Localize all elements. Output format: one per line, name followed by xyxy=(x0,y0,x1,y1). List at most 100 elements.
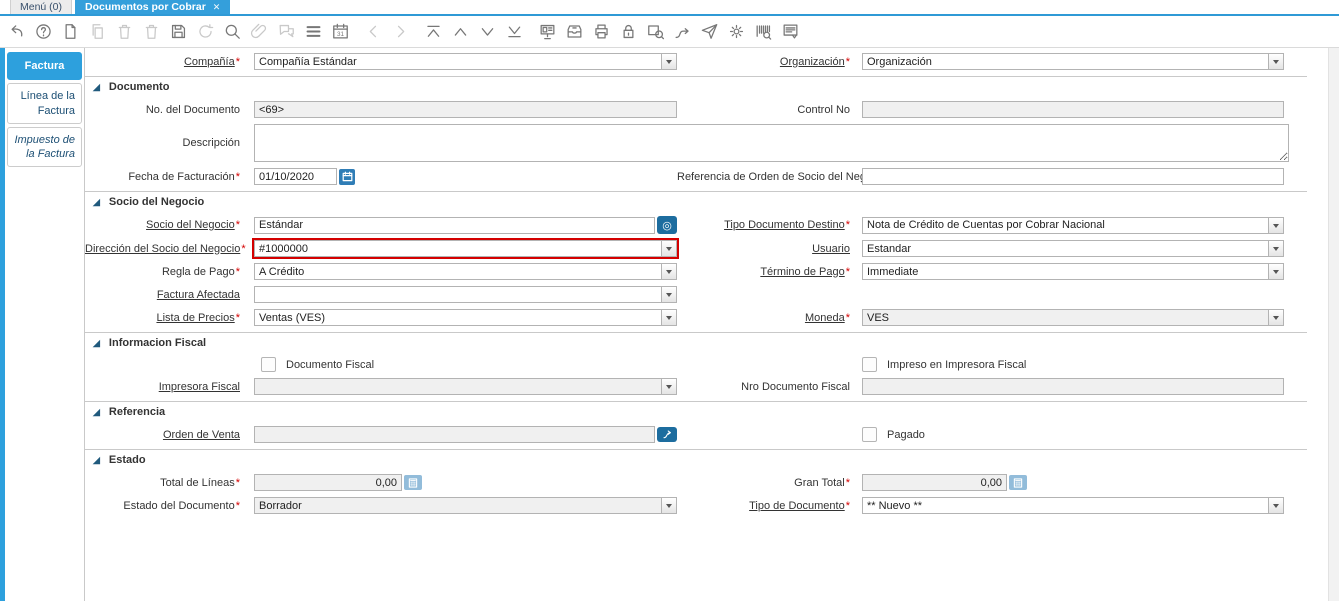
sidebar-tab[interactable]: Factura xyxy=(7,52,82,81)
section-title: Socio del Negocio xyxy=(108,196,205,208)
record-info-icon: ◎ xyxy=(662,219,672,232)
collapse-icon[interactable]: ◢ xyxy=(93,407,100,417)
vertical-scrollbar[interactable] xyxy=(1328,48,1339,601)
bp-address-select[interactable]: #1000000 xyxy=(254,240,677,257)
impreso-impresora-fiscal-checkbox[interactable] xyxy=(862,357,877,372)
doc-type-label[interactable]: Tipo de Documento* xyxy=(677,500,862,512)
find-icon[interactable] xyxy=(222,22,242,42)
toggle-menu-icon[interactable] xyxy=(303,22,323,42)
bpartner-search-button[interactable]: ◎ xyxy=(657,216,677,234)
invoice-date-field[interactable]: 01/10/2020 xyxy=(254,168,337,185)
description-textarea[interactable] xyxy=(254,124,1289,162)
row-paymentrule-term: Regla de Pago* A Crédito Término de Pago… xyxy=(85,263,1328,280)
collapse-icon[interactable]: ◢ xyxy=(93,338,100,348)
sidebar-tab[interactable]: Línea de la Factura xyxy=(7,83,82,124)
currency-select[interactable]: VES xyxy=(862,309,1284,326)
sidebar-tab[interactable]: Impuesto de la Factura xyxy=(7,126,82,168)
save-icon[interactable] xyxy=(168,22,188,42)
collapse-icon[interactable]: ◢ xyxy=(93,82,100,92)
price-list-label[interactable]: Lista de Precios* xyxy=(85,312,254,324)
workflow-icon[interactable] xyxy=(672,22,692,42)
window-tab[interactable]: Documentos por Cobrar ✕ xyxy=(75,0,231,14)
calculator-button[interactable] xyxy=(1009,475,1027,490)
organization-select[interactable]: Organización xyxy=(862,53,1284,70)
history-calendar-icon[interactable]: 31 xyxy=(330,22,350,42)
print-icon[interactable] xyxy=(591,22,611,42)
sales-order-label[interactable]: Orden de Venta xyxy=(85,429,254,441)
sales-order-field xyxy=(254,426,655,443)
price-list-select[interactable]: Ventas (VES) xyxy=(254,309,677,326)
user-label[interactable]: Usuario xyxy=(677,243,862,255)
chevron-down-icon[interactable] xyxy=(1268,217,1283,233)
chevron-down-icon[interactable] xyxy=(1268,241,1283,256)
bp-order-ref-field[interactable] xyxy=(862,168,1284,185)
doc-type-target-label[interactable]: Tipo Documento Destino* xyxy=(677,219,862,231)
payment-term-select[interactable]: Immediate xyxy=(862,263,1284,280)
chevron-down-icon[interactable] xyxy=(661,310,676,325)
collapse-icon[interactable]: ◢ xyxy=(93,197,100,207)
row-company-org: Compañía* Compañía Estándar Organización… xyxy=(85,53,1328,70)
report-icon[interactable] xyxy=(537,22,557,42)
organization-value: Organización xyxy=(867,55,932,68)
help-icon[interactable] xyxy=(33,22,53,42)
pagado-checkbox[interactable] xyxy=(862,427,877,442)
bpartner-label[interactable]: Socio del Negocio* xyxy=(85,219,254,231)
doc-status-select[interactable]: Borrador xyxy=(254,497,677,514)
send-icon[interactable] xyxy=(699,22,719,42)
doc-type-target-select[interactable]: Nota de Crédito de Cuentas por Cobrar Na… xyxy=(862,216,1284,234)
undo-icon[interactable] xyxy=(6,22,26,42)
archive-icon[interactable] xyxy=(564,22,584,42)
fiscal-printer-label[interactable]: Impresora Fiscal xyxy=(85,381,254,393)
calculator-button[interactable] xyxy=(404,475,422,490)
chevron-down-icon[interactable] xyxy=(661,498,676,513)
chevron-down-icon[interactable] xyxy=(1268,498,1283,513)
settings-gear-icon[interactable] xyxy=(726,22,746,42)
payment-rule-value: A Crédito xyxy=(259,265,305,278)
chevron-down-icon[interactable] xyxy=(661,379,676,394)
new-record-icon[interactable] xyxy=(60,22,80,42)
row-fiscal-checkboxes: Documento Fiscal Impreso en Impresora Fi… xyxy=(85,357,1328,372)
chevron-down-icon[interactable] xyxy=(661,264,676,279)
first-record-icon[interactable] xyxy=(423,22,443,42)
doc-no-field: <69> xyxy=(254,101,677,118)
nav-parent-icon xyxy=(363,22,383,42)
lock-icon[interactable] xyxy=(618,22,638,42)
collapse-icon[interactable]: ◢ xyxy=(93,455,100,465)
window-tab[interactable]: Menú (0) xyxy=(10,0,73,14)
doc-type-select[interactable]: ** Nuevo ** xyxy=(862,497,1284,514)
calendar-picker-button[interactable] xyxy=(339,168,355,185)
chevron-down-icon[interactable] xyxy=(661,287,676,302)
chevron-down-icon[interactable] xyxy=(661,241,676,256)
last-record-icon[interactable] xyxy=(504,22,524,42)
doc-type-target-value: Nota de Crédito de Cuentas por Cobrar Na… xyxy=(867,219,1105,231)
chevron-down-icon[interactable] xyxy=(1268,54,1283,69)
chevron-down-icon[interactable] xyxy=(661,54,676,69)
user-select[interactable]: Estandar xyxy=(862,240,1284,257)
chevron-down-icon[interactable] xyxy=(1268,310,1283,325)
section-title: Referencia xyxy=(108,406,166,418)
refresh-icon xyxy=(195,22,215,42)
organization-label[interactable]: Organización* xyxy=(677,56,862,68)
bpartner-field[interactable]: Estándar xyxy=(254,216,655,234)
bp-address-label[interactable]: Dirección del Socio del Negocio* xyxy=(85,243,254,255)
report-window-icon[interactable] xyxy=(780,22,800,42)
product-info-icon[interactable] xyxy=(753,22,773,42)
toolbar: 31 xyxy=(0,16,1339,48)
affected-invoice-label[interactable]: Factura Afectada xyxy=(85,289,254,301)
documento-fiscal-checkbox[interactable] xyxy=(261,357,276,372)
fiscal-printer-select[interactable] xyxy=(254,378,677,395)
company-label[interactable]: Compañía* xyxy=(85,56,254,68)
zoom-across-icon[interactable] xyxy=(645,22,665,42)
previous-record-icon[interactable] xyxy=(450,22,470,42)
affected-invoice-select[interactable] xyxy=(254,286,677,303)
payment-term-value: Immediate xyxy=(867,265,919,278)
currency-label[interactable]: Moneda* xyxy=(677,312,862,324)
next-record-icon[interactable] xyxy=(477,22,497,42)
close-icon[interactable]: ✕ xyxy=(213,2,221,13)
delete-record-icon xyxy=(114,22,134,42)
chevron-down-icon[interactable] xyxy=(1268,264,1283,279)
company-select[interactable]: Compañía Estándar xyxy=(254,53,677,70)
payment-term-label[interactable]: Término de Pago* xyxy=(677,266,862,278)
payment-rule-select[interactable]: A Crédito xyxy=(254,263,677,280)
sales-order-zoom-button[interactable] xyxy=(657,427,677,442)
